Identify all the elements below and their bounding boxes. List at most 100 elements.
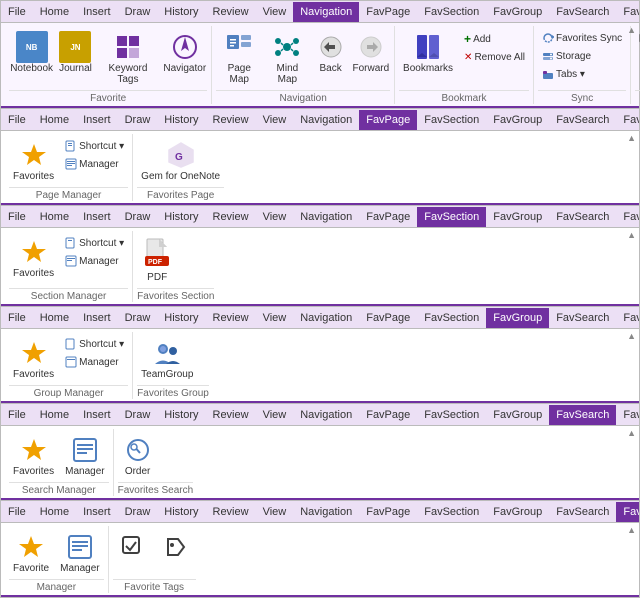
- fg-tab-file[interactable]: File: [1, 308, 33, 328]
- fg-tab-favpage[interactable]: FavPage: [359, 308, 417, 328]
- page-map-button[interactable]: Page Map: [216, 28, 262, 88]
- fs-tab-insert[interactable]: Insert: [76, 207, 118, 227]
- fsr-tab-navigation[interactable]: Navigation: [293, 405, 359, 425]
- fsr-tab-favpage[interactable]: FavPage: [359, 405, 417, 425]
- ft-tab-favsection[interactable]: FavSection: [417, 502, 486, 522]
- shortcut-section-button[interactable]: Shortcut ▾: [61, 235, 128, 251]
- fp-tab-view[interactable]: View: [256, 110, 294, 130]
- favorite-tag-button[interactable]: Favorite: [9, 528, 53, 577]
- fs-tab-file[interactable]: File: [1, 207, 33, 227]
- fg-tab-view[interactable]: View: [256, 308, 294, 328]
- manager-tag-button[interactable]: Manager: [56, 528, 103, 577]
- fsr-tab-draw[interactable]: Draw: [118, 405, 158, 425]
- fs-tab-home[interactable]: Home: [33, 207, 76, 227]
- storage-button[interactable]: Storage: [538, 48, 626, 64]
- journal-button[interactable]: JN Journal: [57, 28, 94, 77]
- favorites-search-button[interactable]: Favorites: [9, 431, 58, 480]
- fs-tab-favsection[interactable]: FavSection: [417, 207, 486, 227]
- fs-tab-favtag[interactable]: FavTag: [616, 207, 639, 227]
- fsr-tab-review[interactable]: Review: [206, 405, 256, 425]
- add-bookmark-button[interactable]: + Add: [460, 30, 529, 48]
- fp-tab-favpage[interactable]: FavPage: [359, 110, 417, 130]
- fp-tab-insert[interactable]: Insert: [76, 110, 118, 130]
- ft-tab-favgroup[interactable]: FavGroup: [486, 502, 549, 522]
- tab-favsearch[interactable]: FavSearch: [549, 2, 616, 22]
- ft-tab-file[interactable]: File: [1, 502, 33, 522]
- fs-tab-review[interactable]: Review: [206, 207, 256, 227]
- fg-tab-favsearch[interactable]: FavSearch: [549, 308, 616, 328]
- fsr-tab-favgroup[interactable]: FavGroup: [486, 405, 549, 425]
- check-tag-button[interactable]: [113, 528, 153, 566]
- favorites-sync-button[interactable]: Favorites Sync: [538, 30, 626, 46]
- collapse-favsearch[interactable]: ▲: [627, 428, 636, 438]
- collapse-favtag[interactable]: ▲: [627, 525, 636, 535]
- fp-tab-navigation[interactable]: Navigation: [293, 110, 359, 130]
- tab-file[interactable]: File: [1, 2, 33, 22]
- favorites-section-button[interactable]: Favorites: [9, 233, 58, 282]
- shortcut-page-button[interactable]: Shortcut ▾: [61, 138, 128, 154]
- tab-insert[interactable]: Insert: [76, 2, 118, 22]
- shortcut-group-button[interactable]: Shortcut ▾: [61, 336, 128, 352]
- back-button[interactable]: Back: [313, 28, 349, 77]
- fs-tab-draw[interactable]: Draw: [118, 207, 158, 227]
- gem-onenote-button[interactable]: G Gem for OneNote: [137, 136, 224, 185]
- fp-tab-home[interactable]: Home: [33, 110, 76, 130]
- fs-tab-favgroup[interactable]: FavGroup: [486, 207, 549, 227]
- mind-map-button[interactable]: Mind Map: [265, 28, 309, 88]
- fsr-tab-file[interactable]: File: [1, 405, 33, 425]
- fg-tab-favgroup[interactable]: FavGroup: [486, 308, 549, 328]
- tab-favgroup[interactable]: FavGroup: [486, 2, 549, 22]
- fg-tab-navigation[interactable]: Navigation: [293, 308, 359, 328]
- ft-tab-favpage[interactable]: FavPage: [359, 502, 417, 522]
- fs-tab-favsearch[interactable]: FavSearch: [549, 207, 616, 227]
- tab-favpage[interactable]: FavPage: [359, 2, 417, 22]
- order-button[interactable]: Order: [118, 431, 158, 480]
- ft-tab-history[interactable]: History: [157, 502, 205, 522]
- fsr-tab-insert[interactable]: Insert: [76, 405, 118, 425]
- remove-all-button[interactable]: ✕ Remove All: [460, 50, 529, 65]
- ft-tab-favtag[interactable]: FavTag: [616, 502, 639, 522]
- fp-tab-favsection[interactable]: FavSection: [417, 110, 486, 130]
- fs-tab-navigation[interactable]: Navigation: [293, 207, 359, 227]
- favorites-group-button[interactable]: Favorites: [9, 334, 58, 383]
- manager-section-button[interactable]: Manager: [61, 253, 128, 269]
- fs-tab-favpage[interactable]: FavPage: [359, 207, 417, 227]
- fg-tab-review[interactable]: Review: [206, 308, 256, 328]
- collapse-favpage[interactable]: ▲: [627, 133, 636, 143]
- fs-tab-view[interactable]: View: [256, 207, 294, 227]
- keyword-tags-button[interactable]: Keyword Tags: [97, 28, 159, 88]
- tag-button[interactable]: [156, 528, 196, 566]
- fg-tab-draw[interactable]: Draw: [118, 308, 158, 328]
- ft-tab-navigation[interactable]: Navigation: [293, 502, 359, 522]
- ft-tab-insert[interactable]: Insert: [76, 502, 118, 522]
- ft-tab-favsearch[interactable]: FavSearch: [549, 502, 616, 522]
- ft-tab-review[interactable]: Review: [206, 502, 256, 522]
- fsr-tab-favtag[interactable]: FavTag: [616, 405, 639, 425]
- pdf-button[interactable]: PDF PDF: [137, 233, 177, 286]
- fsr-tab-home[interactable]: Home: [33, 405, 76, 425]
- bookmarks-button[interactable]: Bookmarks: [399, 28, 457, 77]
- fs-tab-history[interactable]: History: [157, 207, 205, 227]
- tabs-button[interactable]: Tabs ▾: [538, 66, 626, 82]
- tab-favtag[interactable]: FavTag: [616, 2, 639, 22]
- tab-review[interactable]: Review: [206, 2, 256, 22]
- tab-draw[interactable]: Draw: [118, 2, 158, 22]
- fp-tab-favtag[interactable]: FavTag: [616, 110, 639, 130]
- fg-tab-home[interactable]: Home: [33, 308, 76, 328]
- fp-tab-favsearch[interactable]: FavSearch: [549, 110, 616, 130]
- manager-page-button[interactable]: Manager: [61, 156, 128, 172]
- fp-tab-file[interactable]: File: [1, 110, 33, 130]
- options-button[interactable]: Options: [635, 48, 640, 64]
- fsr-tab-favsearch[interactable]: FavSearch: [549, 405, 616, 425]
- ft-tab-draw[interactable]: Draw: [118, 502, 158, 522]
- tab-view[interactable]: View: [256, 2, 294, 22]
- collapse-nav[interactable]: ▲: [627, 25, 636, 35]
- fg-tab-favsection[interactable]: FavSection: [417, 308, 486, 328]
- navigator-button[interactable]: Navigator: [162, 28, 207, 77]
- tab-history[interactable]: History: [157, 2, 205, 22]
- fp-tab-favgroup[interactable]: FavGroup: [486, 110, 549, 130]
- fsr-tab-history[interactable]: History: [157, 405, 205, 425]
- manager-group-button[interactable]: Manager: [61, 354, 128, 370]
- teamgroup-button[interactable]: TeamGroup: [137, 334, 197, 383]
- fg-tab-favtag[interactable]: FavTag: [616, 308, 639, 328]
